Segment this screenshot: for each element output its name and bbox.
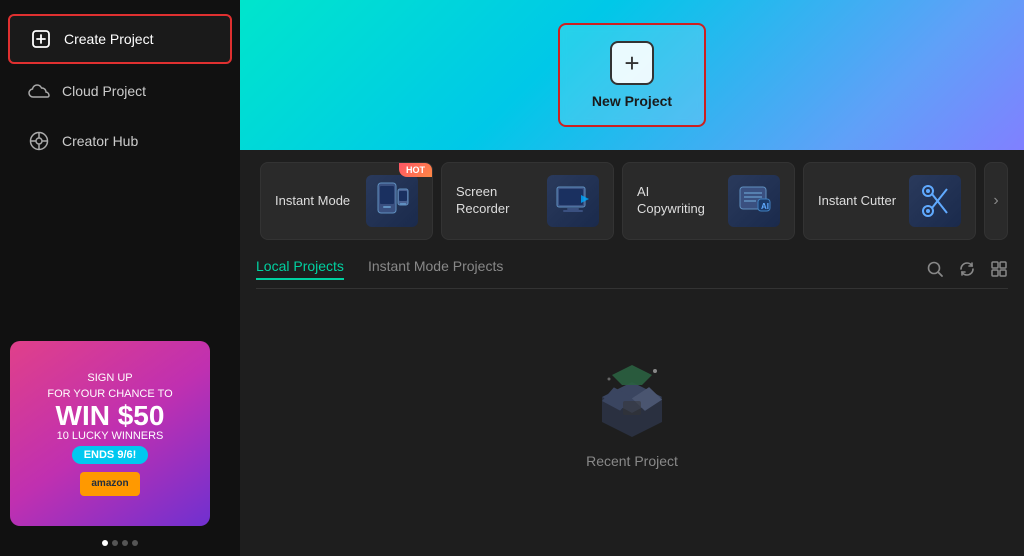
dot-1 (102, 540, 108, 546)
instant-mode-label: Instant Mode (275, 193, 350, 210)
tab-instant-mode-projects[interactable]: Instant Mode Projects (368, 258, 503, 280)
main-content: + New Project HOT Instant Mode Scree (240, 0, 1024, 556)
sidebar-item-cloud-project[interactable]: Cloud Project (8, 68, 232, 114)
tools-row-arrow[interactable]: › (984, 162, 1008, 240)
tabs-row: Local Projects Instant Mode Projects (256, 252, 1008, 289)
projects-area: Local Projects Instant Mode Projects (240, 252, 1024, 556)
creator-hub-icon (28, 130, 50, 152)
screen-recorder-img (547, 175, 599, 227)
ad-ends-badge: ENDS 9/6! (72, 446, 149, 464)
empty-box-icon (587, 357, 677, 437)
screen-recorder-label: Screen Recorder (456, 184, 536, 218)
recent-project-label: Recent Project (586, 453, 678, 469)
sidebar-item-cloud-project-label: Cloud Project (62, 83, 146, 99)
ai-copywriting-label: AI Copywriting (637, 184, 717, 218)
svg-text:AI: AI (761, 202, 769, 211)
dot-3 (122, 540, 128, 546)
ad-line1: SIGN UP FOR YOUR CHANCE TO (47, 371, 172, 402)
tools-row: HOT Instant Mode Screen Recorder (240, 150, 1024, 252)
tabs-right (926, 260, 1008, 278)
sidebar-item-create-project-label: Create Project (64, 31, 153, 47)
hot-badge: HOT (399, 163, 432, 177)
ad-banner[interactable]: SIGN UP FOR YOUR CHANCE TO WIN $50 10 LU… (10, 341, 210, 526)
sidebar-item-creator-hub-label: Creator Hub (62, 133, 138, 149)
refresh-icon-btn[interactable] (958, 260, 976, 278)
ad-dots (0, 540, 240, 546)
ad-win-text: WIN $50 (56, 402, 165, 430)
ad-amazon-logo: amazon (80, 472, 140, 496)
new-project-label: New Project (592, 93, 672, 109)
create-project-icon (30, 28, 52, 50)
tool-card-screen-recorder[interactable]: Screen Recorder (441, 162, 614, 240)
ad-lucky-text: 10 LUCKY WINNERS (57, 430, 164, 442)
ai-copywriting-img: AI (728, 175, 780, 227)
sidebar: Create Project Cloud Project Creator Hub… (0, 0, 240, 556)
new-project-button[interactable]: + New Project (558, 23, 706, 127)
search-icon-btn[interactable] (926, 260, 944, 278)
tabs-left: Local Projects Instant Mode Projects (256, 258, 503, 280)
hero-banner: + New Project (240, 0, 1024, 150)
instant-cutter-label: Instant Cutter (818, 193, 896, 210)
sidebar-item-create-project[interactable]: Create Project (8, 14, 232, 64)
cloud-icon (28, 80, 50, 102)
tool-card-instant-mode[interactable]: HOT Instant Mode (260, 162, 433, 240)
instant-mode-img (366, 175, 418, 227)
tool-card-instant-cutter[interactable]: Instant Cutter (803, 162, 976, 240)
tab-local-projects[interactable]: Local Projects (256, 258, 344, 280)
empty-state: Recent Project (256, 289, 1008, 556)
grid-view-icon-btn[interactable] (990, 260, 1008, 278)
tool-card-ai-copywriting[interactable]: AI Copywriting AI (622, 162, 795, 240)
sidebar-item-creator-hub[interactable]: Creator Hub (8, 118, 232, 164)
dot-4 (132, 540, 138, 546)
instant-cutter-img (909, 175, 961, 227)
new-project-icon: + (610, 41, 654, 85)
dot-2 (112, 540, 118, 546)
